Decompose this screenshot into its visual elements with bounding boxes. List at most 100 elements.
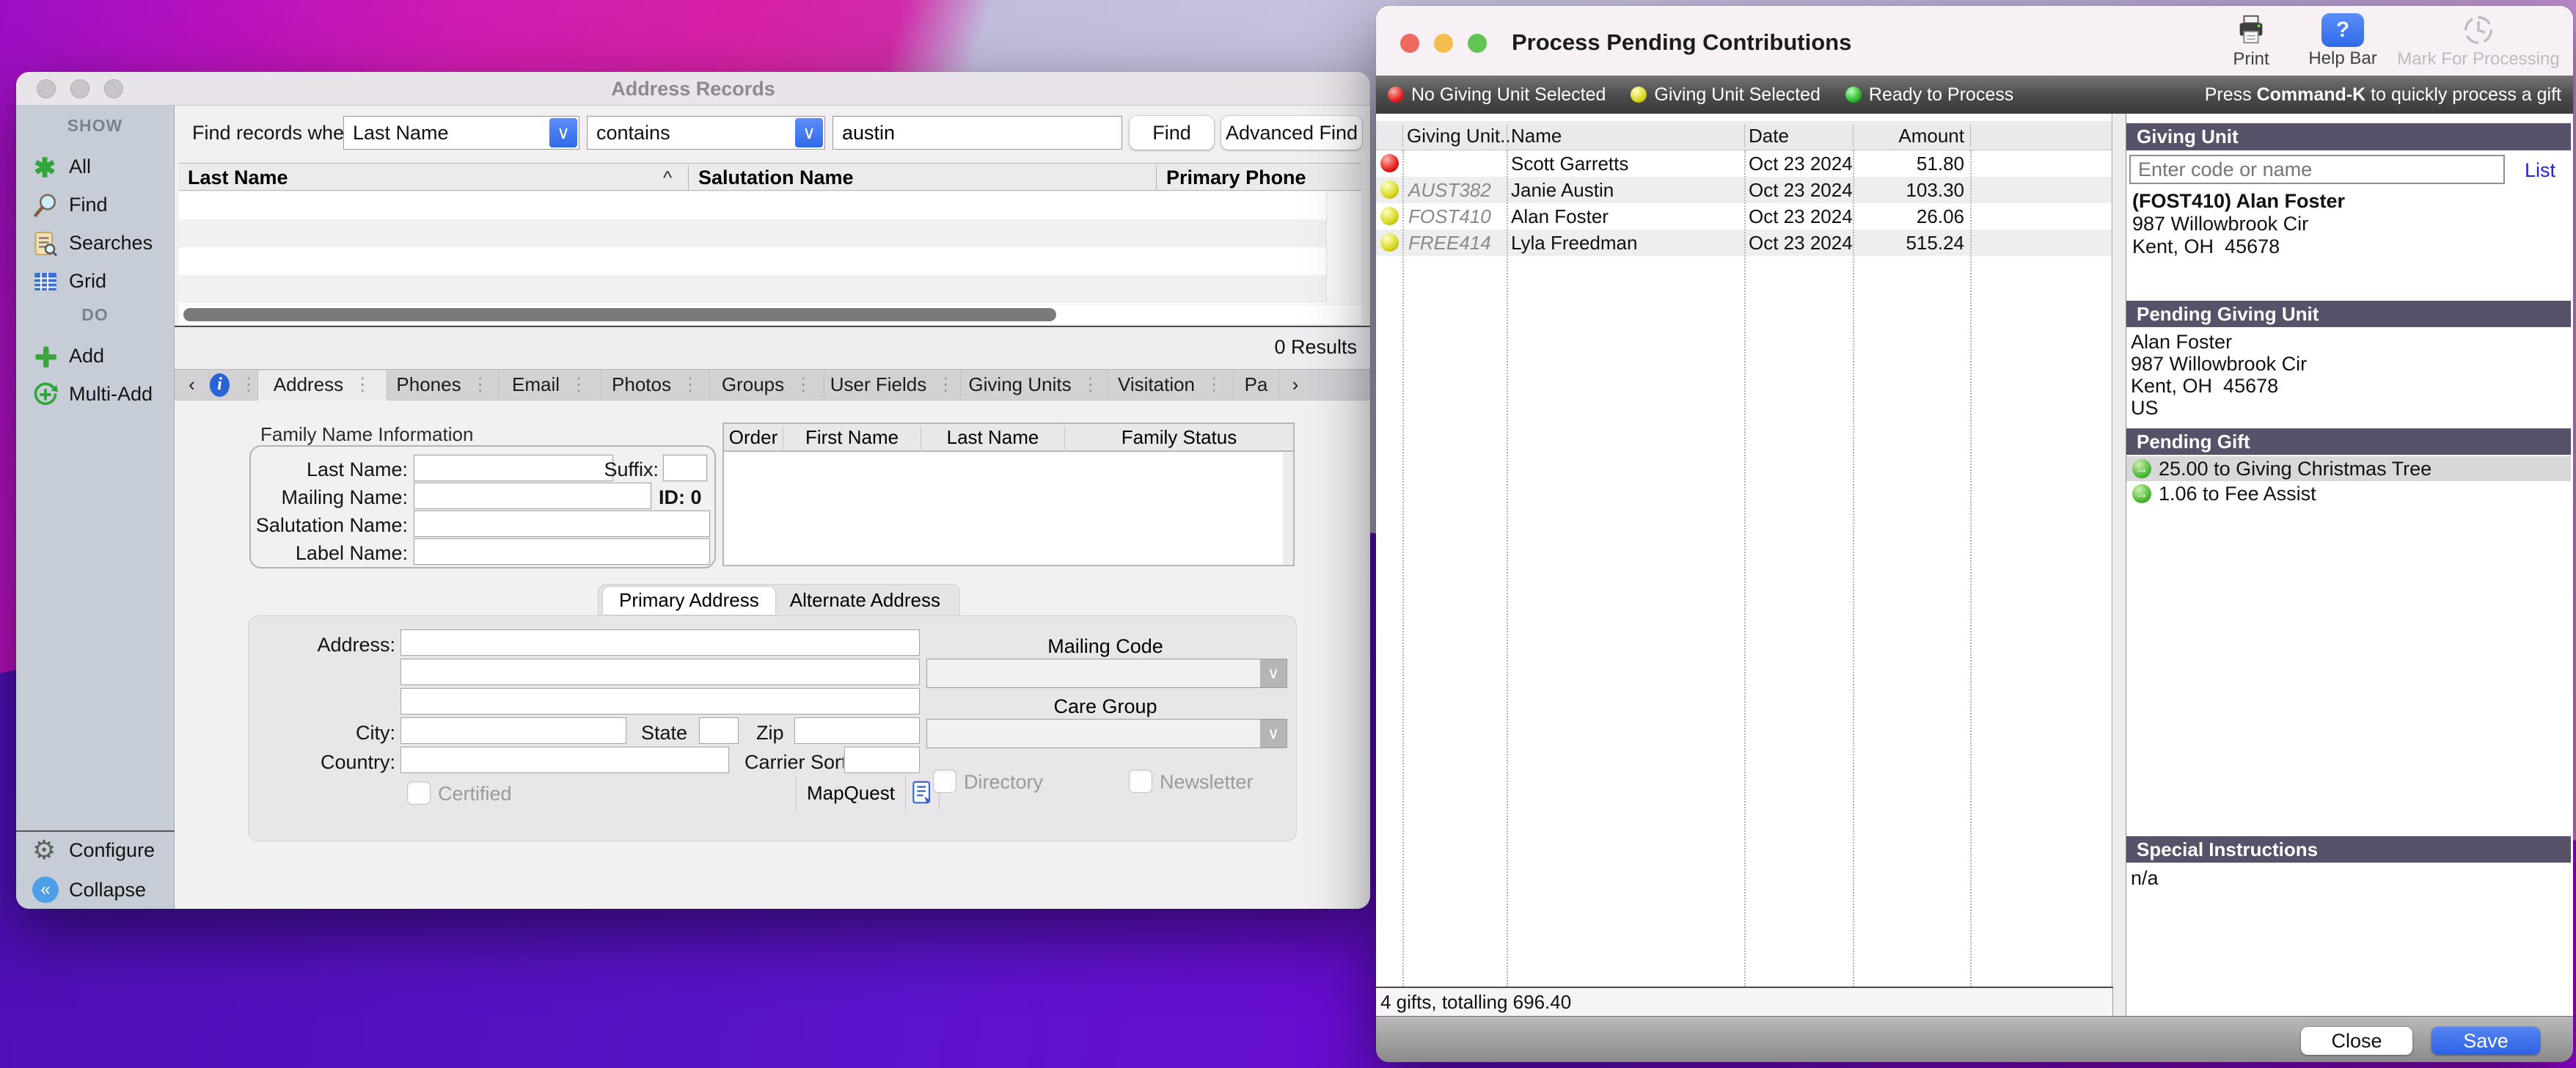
salutation-name-field[interactable] bbox=[414, 511, 710, 537]
column-header-amount[interactable]: Amount bbox=[1854, 125, 1964, 147]
label-name-field[interactable] bbox=[414, 538, 710, 565]
results-count-row: 0 Results bbox=[175, 327, 1370, 369]
green-status-dot bbox=[1845, 87, 1862, 103]
address-records-window: Address Records SHOW ✱ All Find Sear bbox=[16, 72, 1370, 909]
window-title: Address Records bbox=[16, 78, 1370, 100]
zoom-window-button[interactable] bbox=[1468, 34, 1487, 53]
titlebar[interactable]: Address Records bbox=[16, 72, 1370, 106]
column-header-salutation-name[interactable]: Salutation Name bbox=[698, 167, 854, 189]
status-dot-yellow bbox=[1380, 207, 1399, 225]
certified-checkbox[interactable] bbox=[407, 781, 431, 805]
newsletter-checkbox[interactable] bbox=[1129, 769, 1152, 793]
last-name-field[interactable] bbox=[414, 455, 613, 481]
column-header-first-name[interactable]: First Name bbox=[783, 426, 921, 449]
family-members-table: Order First Name Last Name Family Status bbox=[722, 423, 1295, 566]
horizontal-scrollbar-track[interactable] bbox=[179, 305, 1361, 324]
tab-groups[interactable]: Groups⋮ bbox=[710, 370, 824, 400]
sidebar-item-all[interactable]: ✱ All bbox=[16, 151, 175, 182]
sidebar-item-configure[interactable]: ⚙ Configure bbox=[16, 835, 175, 866]
saved-searches-icon bbox=[32, 230, 59, 257]
mailing-name-field[interactable] bbox=[414, 483, 651, 509]
gift-date: Oct 23 2024 bbox=[1749, 150, 1853, 177]
column-header-giving-unit[interactable]: Giving Unit... bbox=[1407, 125, 1516, 147]
grid-icon bbox=[32, 268, 59, 295]
gift-name: Lyla Freedman bbox=[1511, 230, 1637, 256]
sidebar-item-add[interactable]: Add bbox=[16, 340, 175, 371]
care-group-dropdown[interactable]: ∨ bbox=[926, 719, 1287, 748]
selected-giving-unit-name: (FOST410) Alan Foster bbox=[2132, 190, 2345, 213]
mapquest-button[interactable]: MapQuest bbox=[796, 776, 940, 810]
zip-field[interactable] bbox=[794, 717, 920, 744]
find-button[interactable]: Find bbox=[1130, 116, 1214, 150]
column-separator[interactable] bbox=[1156, 165, 1157, 190]
carrier-sort-field[interactable] bbox=[844, 747, 920, 773]
titlebar[interactable]: Process Pending Contributions Print ? He… bbox=[1376, 6, 2573, 76]
sidebar-item-find[interactable]: Find bbox=[16, 189, 175, 220]
column-header-primary-phone[interactable]: Primary Phone bbox=[1166, 167, 1306, 189]
giving-unit-search-input[interactable] bbox=[2129, 155, 2505, 184]
tab-user-fields[interactable]: User Fields⋮ bbox=[824, 370, 961, 400]
tab-primary-address[interactable]: Primary Address bbox=[603, 587, 775, 615]
country-field[interactable] bbox=[400, 747, 729, 773]
horizontal-scrollbar-thumb[interactable] bbox=[183, 308, 1056, 321]
tab-address[interactable]: Address⋮ bbox=[258, 370, 387, 400]
column-header-last-name[interactable]: Last Name bbox=[188, 167, 288, 189]
sidebar-item-grid[interactable]: Grid bbox=[16, 266, 175, 296]
search-value-input[interactable] bbox=[833, 116, 1122, 150]
sidebar-item-collapse[interactable]: « Collapse bbox=[16, 874, 175, 905]
sidebar-item-label: Multi-Add bbox=[69, 383, 153, 406]
tab-alternate-address[interactable]: Alternate Address bbox=[775, 587, 955, 615]
help-bar-label: Help Bar bbox=[2299, 48, 2387, 69]
tab-visitation[interactable]: Visitation⋮ bbox=[1108, 370, 1234, 400]
mark-for-processing-label: Mark For Processing bbox=[2394, 49, 2563, 70]
yellow-status-dot bbox=[1631, 87, 1647, 103]
column-separator[interactable] bbox=[688, 165, 689, 190]
vertical-scrollbar-track[interactable] bbox=[1326, 191, 1361, 304]
address-line1-field[interactable] bbox=[400, 629, 920, 656]
close-button[interactable]: Close bbox=[2301, 1027, 2412, 1055]
help-bar-toolbar-button[interactable]: ? Help Bar bbox=[2299, 13, 2387, 69]
tab-info[interactable]: i ⋮ bbox=[210, 370, 258, 400]
column-header-family-status[interactable]: Family Status bbox=[1064, 426, 1293, 449]
mark-for-processing-toolbar-button[interactable]: Mark For Processing bbox=[2394, 13, 2563, 70]
sidebar-divider bbox=[16, 830, 175, 832]
command-k-hint: Press Command-K to quickly process a gif… bbox=[2205, 84, 2561, 106]
column-header-order[interactable]: Order bbox=[724, 426, 783, 449]
minimize-window-button[interactable] bbox=[1434, 34, 1453, 53]
vertical-scrollbar-track[interactable] bbox=[2113, 114, 2126, 1016]
tab-email[interactable]: Email⋮ bbox=[499, 370, 601, 400]
results-count: 0 Results bbox=[1274, 336, 1357, 359]
mailing-code-dropdown[interactable]: ∨ bbox=[926, 659, 1287, 688]
tab-photos[interactable]: Photos⋮ bbox=[601, 370, 710, 400]
tabs-scroll-left-button[interactable]: ‹ bbox=[175, 370, 210, 400]
pending-gift-item[interactable]: → 25.00 to Giving Christmas Tree bbox=[2126, 456, 2571, 481]
state-field[interactable] bbox=[699, 717, 739, 744]
close-window-button[interactable] bbox=[1400, 34, 1419, 53]
status-dot-yellow bbox=[1380, 180, 1399, 199]
gift-code: FOST410 bbox=[1408, 203, 1491, 230]
city-field[interactable] bbox=[400, 717, 626, 744]
sidebar-item-multi-add[interactable]: Multi-Add bbox=[16, 378, 175, 409]
search-field-dropdown[interactable]: Last Name ∨ bbox=[343, 116, 579, 150]
address-line3-field[interactable] bbox=[400, 688, 920, 714]
suffix-field[interactable] bbox=[663, 455, 707, 481]
address-line2-field[interactable] bbox=[400, 659, 920, 685]
tabs-scroll-right-button[interactable]: › bbox=[1279, 370, 1311, 400]
selected-giving-unit-address2: Kent, OH 45678 bbox=[2132, 235, 2280, 258]
column-header-date[interactable]: Date bbox=[1749, 125, 1789, 147]
column-header-name[interactable]: Name bbox=[1511, 125, 1562, 147]
tab-giving-units[interactable]: Giving Units⋮ bbox=[961, 370, 1108, 400]
search-operator-dropdown[interactable]: contains ∨ bbox=[587, 116, 825, 150]
column-header-last-name[interactable]: Last Name bbox=[921, 426, 1064, 449]
members-scrollbar-track[interactable] bbox=[1283, 452, 1293, 565]
tab-pastoral-truncated[interactable]: Pa bbox=[1234, 370, 1279, 400]
directory-checkbox[interactable] bbox=[933, 769, 956, 793]
advanced-find-button[interactable]: Advanced Find bbox=[1221, 116, 1362, 150]
pending-gift-item[interactable]: → 1.06 to Fee Assist bbox=[2126, 481, 2571, 506]
chevron-down-icon: ∨ bbox=[1260, 720, 1287, 747]
print-toolbar-button[interactable]: Print bbox=[2218, 13, 2284, 70]
list-link[interactable]: List bbox=[2525, 159, 2555, 182]
sidebar-item-searches[interactable]: Searches bbox=[16, 227, 175, 258]
tab-phones[interactable]: Phones⋮ bbox=[387, 370, 499, 400]
save-button[interactable]: Save bbox=[2432, 1027, 2540, 1055]
